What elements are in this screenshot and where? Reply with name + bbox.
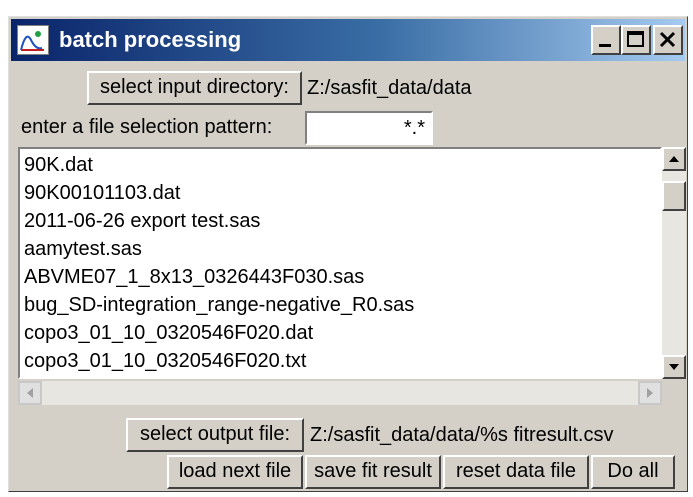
list-item[interactable]: 90K.dat	[24, 151, 660, 179]
vertical-scroll-thumb[interactable]	[662, 181, 686, 211]
scroll-right-button[interactable]	[638, 381, 662, 405]
list-item[interactable]: aamytest.sas	[24, 235, 660, 263]
file-listbox[interactable]: 90K.dat 90K00101103.dat 2011-06-26 expor…	[18, 147, 662, 379]
batch-processing-window: batch processing select input directory:…	[8, 16, 688, 492]
list-item[interactable]: 90K00101103.dat	[24, 179, 660, 207]
input-directory-path: Z:/sasfit_data/data	[307, 77, 472, 99]
file-list: 90K.dat 90K00101103.dat 2011-06-26 expor…	[20, 149, 660, 375]
list-item[interactable]: copo3_01_10_0320546F020.dat	[24, 319, 660, 347]
scroll-left-button[interactable]	[18, 381, 42, 405]
do-all-button[interactable]: Do all	[591, 455, 675, 489]
title-bar[interactable]: batch processing	[11, 19, 685, 61]
minimize-button[interactable]	[591, 25, 621, 55]
app-chart-icon	[17, 25, 49, 55]
close-button[interactable]	[653, 25, 683, 55]
scroll-up-button[interactable]	[662, 147, 686, 171]
save-fit-result-button[interactable]: save fit result	[305, 455, 441, 489]
maximize-button[interactable]	[621, 25, 651, 55]
file-pattern-input[interactable]	[305, 111, 433, 145]
select-output-file-button[interactable]: select output file:	[126, 418, 304, 452]
list-item[interactable]: ABVME07_1_8x13_0326443F030.sas	[24, 263, 660, 291]
reset-data-file-button[interactable]: reset data file	[443, 455, 589, 489]
output-file-path: Z:/sasfit_data/data/%s fitresult.csv	[310, 424, 614, 446]
file-pattern-label: enter a file selection pattern:	[21, 116, 273, 138]
list-item[interactable]: bug_SD-integration_range-negative_R0.sas	[24, 291, 660, 319]
load-next-file-button[interactable]: load next file	[167, 455, 303, 489]
vertical-scrollbar[interactable]	[662, 147, 686, 379]
select-input-directory-button[interactable]: select input directory:	[87, 71, 302, 105]
scroll-down-button[interactable]	[662, 355, 686, 379]
horizontal-scrollbar[interactable]	[18, 381, 662, 405]
list-item[interactable]: copo3_01_10_0320546F020.txt	[24, 347, 660, 375]
window-title: batch processing	[59, 27, 242, 52]
list-item[interactable]: 2011-06-26 export test.sas	[24, 207, 660, 235]
